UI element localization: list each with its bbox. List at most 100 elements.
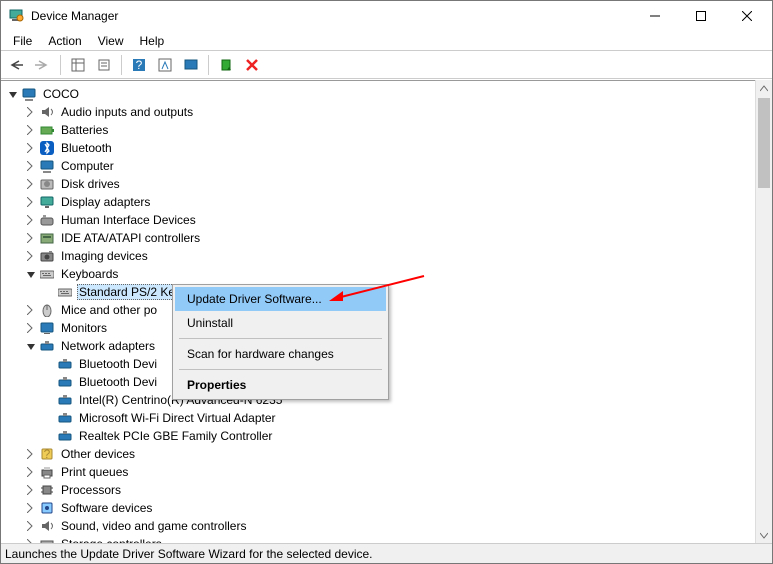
context-properties[interactable]: Properties xyxy=(175,373,386,397)
tree-node-label[interactable]: Display adapters xyxy=(59,194,152,210)
toolbar-update[interactable] xyxy=(179,53,203,77)
chevron-right-icon[interactable] xyxy=(25,214,37,226)
expander-none xyxy=(43,412,55,424)
chevron-right-icon[interactable] xyxy=(25,466,37,478)
close-button[interactable] xyxy=(724,1,770,31)
chevron-down-icon[interactable] xyxy=(25,268,37,280)
tree-node[interactable]: IDE ATA/ATAPI controllers xyxy=(3,229,770,247)
tree-node-label[interactable]: Bluetooth Devi xyxy=(77,374,159,390)
computer-icon xyxy=(21,86,37,102)
tree-node[interactable]: Display adapters xyxy=(3,193,770,211)
tree-node[interactable]: Batteries xyxy=(3,121,770,139)
tree-node-label[interactable]: Imaging devices xyxy=(59,248,150,264)
toolbar-show-hidden[interactable] xyxy=(66,53,90,77)
expander-none xyxy=(43,286,55,298)
tree-node-label[interactable]: Software devices xyxy=(59,500,154,516)
tree-node-label[interactable]: Batteries xyxy=(59,122,110,138)
chevron-right-icon[interactable] xyxy=(25,160,37,172)
tree-node-label[interactable]: Mice and other po xyxy=(59,302,159,318)
tree-node[interactable]: Realtek PCIe GBE Family Controller xyxy=(3,427,770,445)
chevron-right-icon[interactable] xyxy=(25,250,37,262)
tree-node-label[interactable]: Human Interface Devices xyxy=(59,212,198,228)
toolbar-back[interactable] xyxy=(5,53,29,77)
statusbar-text: Launches the Update Driver Software Wiza… xyxy=(5,547,373,561)
tree-node-label[interactable]: Monitors xyxy=(59,320,109,336)
app-icon xyxy=(9,8,25,24)
tree-node-label[interactable]: Processors xyxy=(59,482,123,498)
tree-node[interactable]: Human Interface Devices xyxy=(3,211,770,229)
menu-action[interactable]: Action xyxy=(40,32,89,50)
tree-node-label[interactable]: Bluetooth xyxy=(59,140,114,156)
menu-file[interactable]: File xyxy=(5,32,40,50)
computer-icon xyxy=(39,158,55,174)
keyboard-icon xyxy=(39,266,55,282)
menu-view[interactable]: View xyxy=(90,32,132,50)
chevron-right-icon[interactable] xyxy=(25,124,37,136)
chevron-right-icon[interactable] xyxy=(25,322,37,334)
tree-node[interactable]: Disk drives xyxy=(3,175,770,193)
toolbar-properties[interactable] xyxy=(92,53,116,77)
minimize-button[interactable] xyxy=(632,1,678,31)
tree-node-label[interactable]: Other devices xyxy=(59,446,137,462)
scroll-down-icon[interactable] xyxy=(756,526,772,543)
chevron-right-icon[interactable] xyxy=(25,196,37,208)
battery-icon xyxy=(39,122,55,138)
hid-icon xyxy=(39,212,55,228)
tree-node-label[interactable]: COCO xyxy=(41,86,81,102)
tree-node-label[interactable]: Sound, video and game controllers xyxy=(59,518,248,534)
net-icon xyxy=(57,356,73,372)
scroll-thumb[interactable] xyxy=(758,98,770,188)
chevron-right-icon[interactable] xyxy=(25,304,37,316)
tree-node-label[interactable]: Computer xyxy=(59,158,116,174)
context-menu: Update Driver Software... Uninstall Scan… xyxy=(172,284,389,400)
chevron-right-icon[interactable] xyxy=(25,142,37,154)
tree-node[interactable]: Storage controllers xyxy=(3,535,770,543)
net-icon xyxy=(57,374,73,390)
chevron-right-icon[interactable] xyxy=(25,178,37,190)
chevron-right-icon[interactable] xyxy=(25,484,37,496)
toolbar-help[interactable] xyxy=(127,53,151,77)
chevron-right-icon[interactable] xyxy=(25,106,37,118)
context-scan-hardware[interactable]: Scan for hardware changes xyxy=(175,342,386,366)
tree-node[interactable]: COCO xyxy=(3,85,770,103)
tree-node-label[interactable]: Disk drives xyxy=(59,176,122,192)
tree-node[interactable]: Print queues xyxy=(3,463,770,481)
chevron-right-icon[interactable] xyxy=(25,520,37,532)
tree-node-label[interactable]: Microsoft Wi-Fi Direct Virtual Adapter xyxy=(77,410,278,426)
tree-node[interactable]: Other devices xyxy=(3,445,770,463)
context-update-driver[interactable]: Update Driver Software... xyxy=(175,287,386,311)
tree-node-label[interactable]: Audio inputs and outputs xyxy=(59,104,195,120)
tree-node-label[interactable]: Bluetooth Devi xyxy=(77,356,159,372)
tree-node[interactable]: Computer xyxy=(3,157,770,175)
chevron-down-icon[interactable] xyxy=(7,88,19,100)
context-separator xyxy=(179,369,382,370)
tree-node[interactable]: Microsoft Wi-Fi Direct Virtual Adapter xyxy=(3,409,770,427)
tree-node-label[interactable]: Network adapters xyxy=(59,338,157,354)
toolbar-enable[interactable] xyxy=(214,53,238,77)
vertical-scrollbar[interactable] xyxy=(755,80,772,543)
chevron-down-icon[interactable] xyxy=(25,340,37,352)
tree-node[interactable]: Audio inputs and outputs xyxy=(3,103,770,121)
tree-node[interactable]: Imaging devices xyxy=(3,247,770,265)
toolbar-forward[interactable] xyxy=(31,53,55,77)
tree-node-label[interactable]: Storage controllers xyxy=(59,536,164,543)
context-uninstall[interactable]: Uninstall xyxy=(175,311,386,335)
display-icon xyxy=(39,194,55,210)
tree-node-label[interactable]: IDE ATA/ATAPI controllers xyxy=(59,230,202,246)
tree-node[interactable]: Sound, video and game controllers xyxy=(3,517,770,535)
menu-help[interactable]: Help xyxy=(132,32,173,50)
maximize-button[interactable] xyxy=(678,1,724,31)
tree-node[interactable]: Software devices xyxy=(3,499,770,517)
toolbar-uninstall[interactable] xyxy=(240,53,264,77)
tree-node-label[interactable]: Realtek PCIe GBE Family Controller xyxy=(77,428,274,444)
toolbar-scan[interactable] xyxy=(153,53,177,77)
chevron-right-icon[interactable] xyxy=(25,448,37,460)
tree-node-label[interactable]: Keyboards xyxy=(59,266,120,282)
chevron-right-icon[interactable] xyxy=(25,232,37,244)
tree-node[interactable]: Keyboards xyxy=(3,265,770,283)
tree-node[interactable]: Processors xyxy=(3,481,770,499)
tree-node-label[interactable]: Print queues xyxy=(59,464,130,480)
tree-node[interactable]: Bluetooth xyxy=(3,139,770,157)
scroll-up-icon[interactable] xyxy=(756,80,772,97)
chevron-right-icon[interactable] xyxy=(25,502,37,514)
